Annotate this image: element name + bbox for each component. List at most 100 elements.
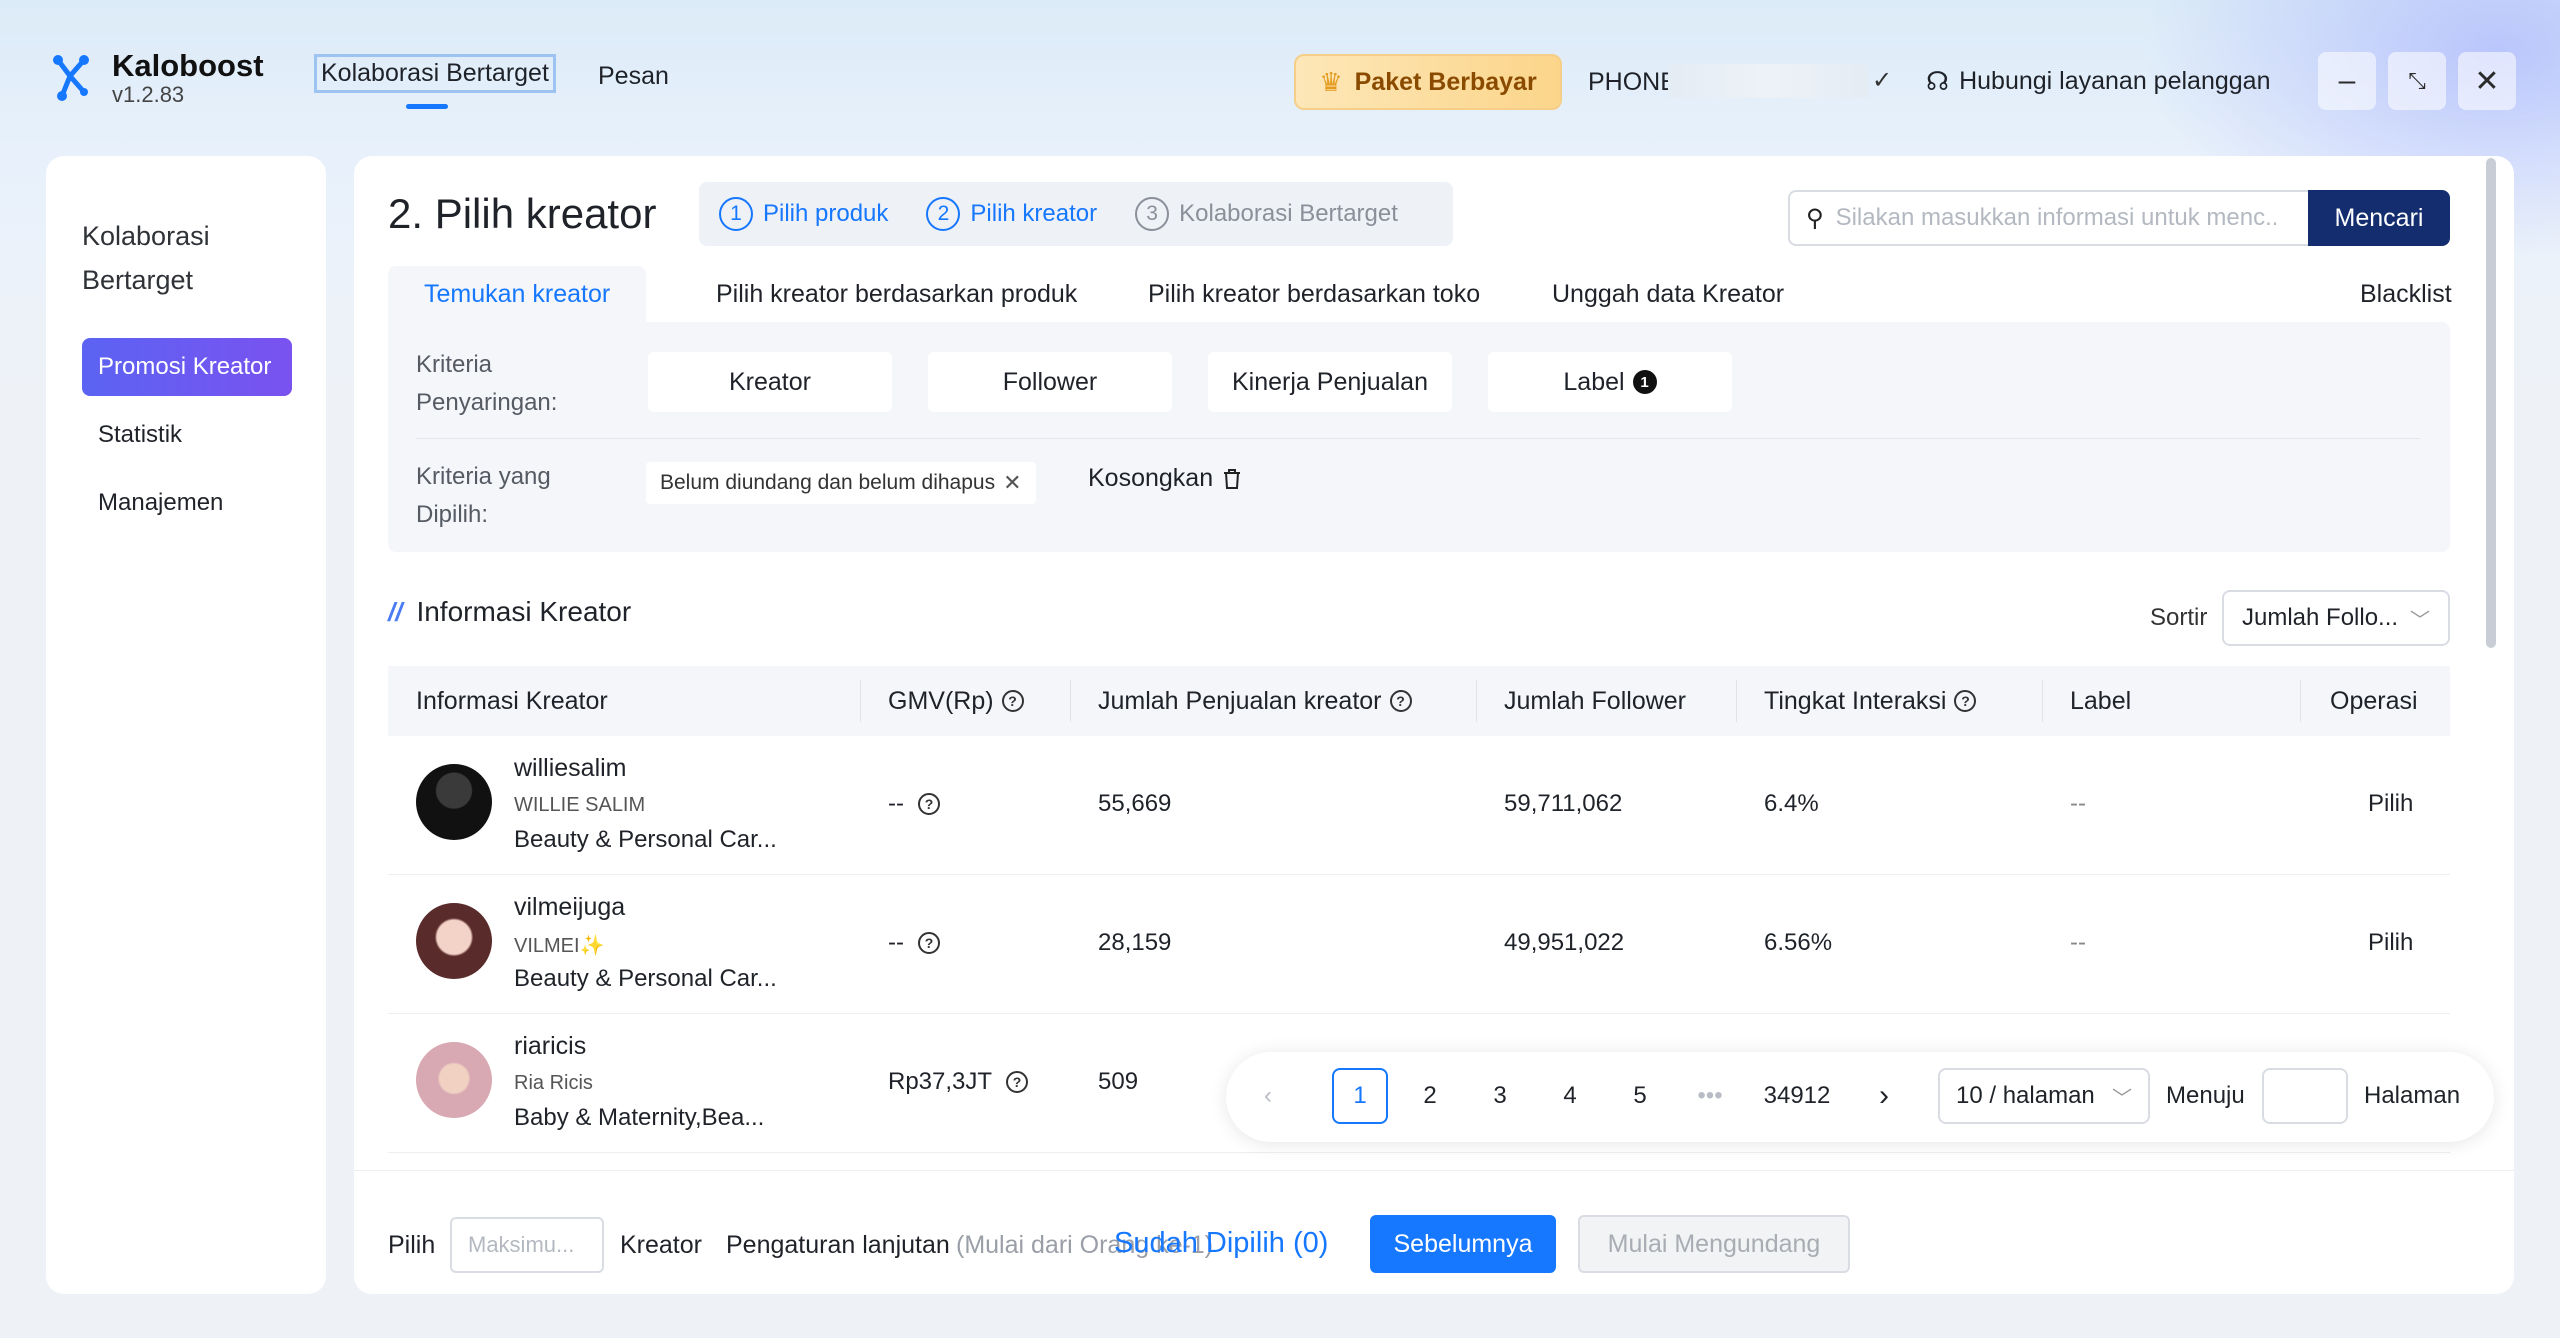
col-header-operation: Operasi bbox=[2330, 686, 2418, 715]
col-header-label: Label bbox=[2070, 686, 2132, 715]
creator-name[interactable]: riaricis bbox=[514, 1032, 586, 1061]
help-icon[interactable]: ? bbox=[917, 793, 940, 815]
step-number: 3 bbox=[1135, 197, 1170, 231]
per-page-select[interactable]: 10 / halaman ﹀ bbox=[1938, 1068, 2150, 1124]
collapse-button[interactable]: ⤡ bbox=[2388, 52, 2446, 110]
col-header-gmv: GMV(Rp)? bbox=[888, 666, 1024, 736]
page-button-4[interactable]: 4 bbox=[1542, 1068, 1598, 1124]
steps: 1 Pilih produk 2 Pilih kreator 3 Kolabor… bbox=[699, 182, 1453, 246]
step-number: 1 bbox=[719, 197, 753, 231]
followers-cell: 49,951,022 bbox=[1504, 929, 1625, 956]
previous-button[interactable]: Sebelumnya bbox=[1370, 1215, 1556, 1273]
tab-temukan-kreator[interactable]: Temukan kreator bbox=[388, 266, 647, 322]
creator-category: Beauty & Personal Car... bbox=[514, 965, 777, 992]
selected-filter-chip: Belum diundang dan belum dihapus ✕ bbox=[646, 462, 1036, 504]
chevron-down-icon: ﹀ bbox=[2112, 1087, 2132, 1110]
pagination: ‹ 1 2 3 4 5 ••• 34912 › 10 / halaman ﹀ M… bbox=[1226, 1052, 2494, 1142]
crown-icon: ♛ bbox=[1319, 66, 1343, 97]
selected-count-link[interactable]: Sudah Dipilih (0) bbox=[1114, 1227, 1328, 1260]
filter-label-text: Label bbox=[1563, 367, 1625, 396]
goto-page-input[interactable] bbox=[2262, 1068, 2348, 1124]
headset-icon: ☊ bbox=[1926, 66, 1950, 96]
help-icon[interactable]: ? bbox=[1954, 690, 1977, 712]
step-1[interactable]: 1 Pilih produk bbox=[719, 197, 888, 231]
step-2[interactable]: 2 Pilih kreator bbox=[926, 197, 1097, 231]
creator-name[interactable]: vilmeijuga bbox=[514, 893, 625, 922]
filter-panel: Kriteria Penyaringan: Kreator Follower K… bbox=[388, 322, 2450, 552]
tab-blacklist[interactable]: Blacklist bbox=[2360, 266, 2452, 322]
phone-verified-icon: ✓ bbox=[1872, 67, 1893, 94]
filter-sales-button[interactable]: Kinerja Penjualan bbox=[1208, 352, 1452, 412]
page-button-last[interactable]: 34912 bbox=[1752, 1068, 1842, 1124]
sidebar-title: Kolaborasi Bertarget bbox=[82, 221, 210, 295]
close-window-button[interactable]: ✕ bbox=[2458, 52, 2516, 110]
page-button-5[interactable]: 5 bbox=[1612, 1068, 1668, 1124]
gmv-cell: Rp37,3JT? bbox=[888, 1068, 1029, 1096]
close-small-icon[interactable]: ✕ bbox=[1003, 470, 1021, 496]
label-cell: -- bbox=[2070, 790, 2086, 817]
clear-label: Kosongkan bbox=[1088, 464, 1214, 492]
label-cell: -- bbox=[2070, 929, 2086, 956]
step-label: Pilih kreator bbox=[970, 200, 1098, 227]
creator-category: Baby & Maternity,Bea... bbox=[514, 1104, 765, 1131]
close-icon: ✕ bbox=[2474, 64, 2500, 98]
sort-value: Jumlah Follo... bbox=[2242, 604, 2399, 631]
help-icon[interactable]: ? bbox=[1006, 1071, 1029, 1093]
search-icon: ⚲ bbox=[1806, 204, 1824, 232]
max-count-input[interactable]: Maksimu... bbox=[450, 1217, 604, 1273]
search-button[interactable]: Mencari bbox=[2308, 190, 2450, 246]
interaction-cell: 6.4% bbox=[1764, 790, 1819, 817]
scrollbar[interactable] bbox=[2486, 158, 2496, 648]
start-invite-button[interactable]: Mulai Mengundang bbox=[1578, 1215, 1850, 1273]
table-row: vilmeijuga VILMEI✨ Beauty & Personal Car… bbox=[388, 875, 2450, 1014]
page-button-2[interactable]: 2 bbox=[1402, 1068, 1458, 1124]
page-button-1[interactable]: 1 bbox=[1332, 1068, 1388, 1124]
interaction-cell: 6.56% bbox=[1764, 929, 1833, 956]
help-icon[interactable]: ? bbox=[917, 932, 940, 954]
creator-category: Beauty & Personal Car... bbox=[514, 826, 777, 853]
followers-cell: 59,711,062 bbox=[1504, 790, 1623, 817]
pick-button[interactable]: Pilih bbox=[2368, 790, 2413, 818]
gmv-cell: --? bbox=[888, 929, 940, 957]
sidebar-item-manajemen[interactable]: Manajemen bbox=[82, 474, 292, 532]
nav-tab-pesan[interactable]: Pesan bbox=[598, 62, 669, 91]
minimize-button[interactable]: – bbox=[2318, 52, 2376, 110]
nav-tab-kolaborasi[interactable]: Kolaborasi Bertarget bbox=[314, 54, 556, 93]
search-box: ⚲ bbox=[1788, 190, 2308, 246]
nav-active-indicator bbox=[406, 104, 448, 109]
help-icon[interactable]: ? bbox=[1389, 690, 1412, 712]
page-title: 2. Pilih kreator bbox=[388, 190, 657, 237]
help-icon[interactable]: ? bbox=[1001, 690, 1024, 712]
filter-divider bbox=[416, 438, 2420, 439]
search-input[interactable] bbox=[1835, 204, 2276, 232]
sort-select[interactable]: Jumlah Follo... ﹀ bbox=[2222, 590, 2450, 646]
selected-criteria-label: Kriteria yang Dipilih: bbox=[416, 463, 551, 528]
paid-plan-button[interactable]: ♛ Paket Berbayar bbox=[1294, 54, 1562, 110]
clear-filters-button[interactable]: Kosongkan bbox=[1088, 464, 1243, 493]
creator-display-name: Ria Ricis bbox=[514, 1072, 593, 1094]
pick-button[interactable]: Pilih bbox=[2368, 929, 2413, 957]
chevron-left-icon[interactable]: ‹ bbox=[1240, 1068, 1296, 1124]
tab-by-store[interactable]: Pilih kreator berdasarkan toko bbox=[1148, 266, 1480, 322]
step-3[interactable]: 3 Kolaborasi Bertarget bbox=[1135, 197, 1398, 231]
filter-follower-button[interactable]: Follower bbox=[928, 352, 1172, 412]
page-ellipsis[interactable]: ••• bbox=[1682, 1068, 1738, 1124]
chevron-down-icon: ﹀ bbox=[2410, 609, 2430, 632]
col-header-followers: Jumlah Follower bbox=[1504, 686, 1687, 715]
col-header-sales: Jumlah Penjualan kreator? bbox=[1098, 666, 1412, 736]
creator-display-name: VILMEI✨ bbox=[514, 935, 605, 957]
filter-label-button[interactable]: Label 1 bbox=[1488, 352, 1732, 412]
tab-upload-data[interactable]: Unggah data Kreator bbox=[1552, 266, 1784, 322]
advanced-settings-link[interactable]: Pengaturan lanjutan bbox=[726, 1231, 950, 1260]
support-link[interactable]: ☊ Hubungi layanan pelanggan bbox=[1926, 66, 2270, 97]
tab-by-product[interactable]: Pilih kreator berdasarkan produk bbox=[716, 266, 1077, 322]
sort-label: Sortir bbox=[2150, 604, 2208, 631]
sidebar-item-promosi[interactable]: Promosi Kreator bbox=[82, 338, 292, 396]
page-button-3[interactable]: 3 bbox=[1472, 1068, 1528, 1124]
creator-name[interactable]: williesalim bbox=[514, 754, 627, 783]
sidebar-item-statistik[interactable]: Statistik bbox=[82, 406, 292, 464]
filter-kreator-button[interactable]: Kreator bbox=[648, 352, 892, 412]
creator-display-name: WILLIE SALIM bbox=[514, 794, 646, 816]
chevron-right-icon[interactable]: › bbox=[1856, 1068, 1912, 1124]
avatar bbox=[416, 903, 492, 979]
